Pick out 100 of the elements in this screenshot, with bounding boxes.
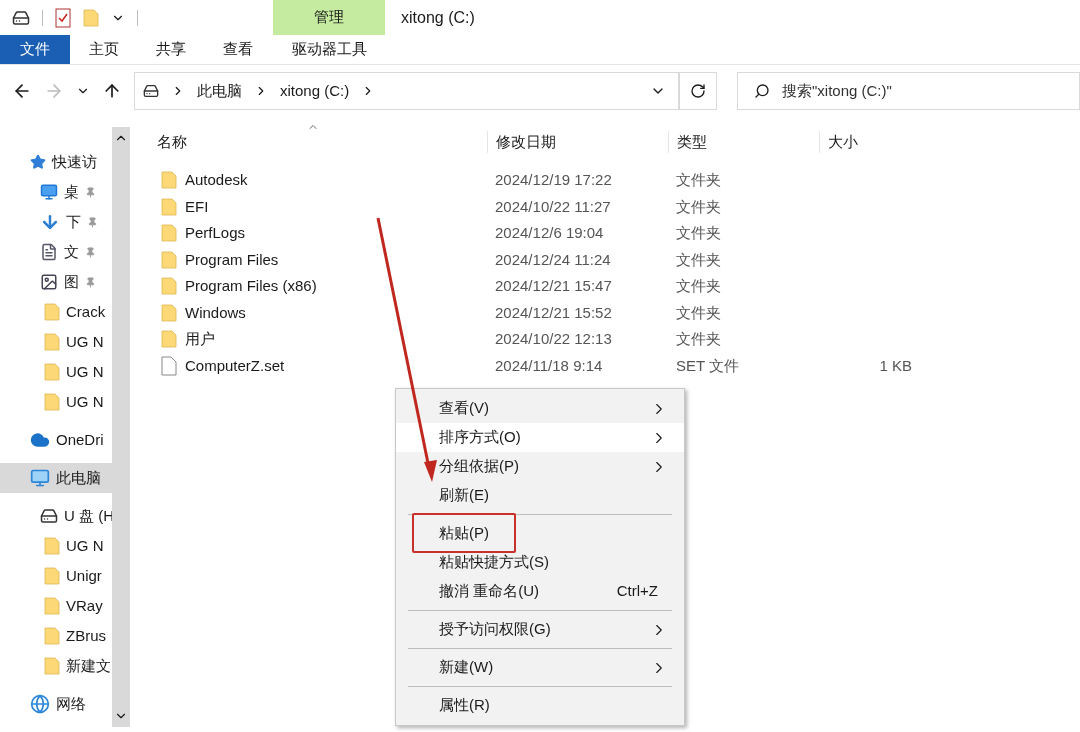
sidebar-item[interactable]: UG N <box>0 357 112 387</box>
type-cell-text: 文件夹 <box>676 249 722 270</box>
search-field[interactable]: 搜索"xitong (C:)" <box>782 79 1079 103</box>
type-cell-text: 文件夹 <box>676 276 722 296</box>
file-name[interactable]: Autodesk <box>185 169 248 192</box>
sidebar-item[interactable]: 快速访 <box>0 147 112 177</box>
folder-icon <box>161 223 177 244</box>
size-cell-text: 1 KB <box>878 355 912 376</box>
menu-item[interactable]: 查看(V) <box>396 394 684 423</box>
image-icon <box>40 273 58 291</box>
date-cell-text: 2024/10/22 11:27 <box>495 196 612 217</box>
download-icon <box>40 212 60 232</box>
desktop-icon <box>40 183 58 201</box>
folder-icon <box>44 596 60 616</box>
search-box[interactable]: 搜索"xitong (C:)" <box>737 72 1080 110</box>
column-header[interactable]: 名称 <box>157 130 487 154</box>
date-cell-text: 2024/11/18 9:14 <box>495 355 604 376</box>
window-title: xitong (C:) <box>401 7 475 28</box>
contextual-tab-group: 管理 <box>273 0 385 35</box>
sidebar-item[interactable]: UG N <box>0 531 112 561</box>
breadcrumb[interactable]: 此电脑 <box>197 79 242 103</box>
ribbon-tab[interactable]: 共享 <box>137 35 204 64</box>
type-cell-text: 文件夹 <box>676 223 722 243</box>
menu-item[interactable]: 撤消 重命名(U) Ctrl+Z <box>396 577 684 606</box>
refresh-icon <box>690 83 706 99</box>
date-cell-text: 2024/10/22 12:13 <box>495 329 613 349</box>
menu-item[interactable]: 属性(R) <box>396 691 684 720</box>
menu-item[interactable]: 新建(W) <box>396 653 684 682</box>
date-cell-text: 2024/12/21 15:47 <box>495 276 613 296</box>
sidebar-item[interactable]: Unigr <box>0 561 112 591</box>
sidebar-item[interactable]: 下 <box>0 207 112 237</box>
sidebar-item[interactable]: 新建文 <box>0 651 112 681</box>
folder-icon <box>161 329 177 350</box>
menu-item[interactable]: 分组依据(P) <box>396 452 684 481</box>
breadcrumb[interactable]: xitong (C:) <box>280 79 350 103</box>
menu-item[interactable]: 粘贴(P) <box>396 519 684 548</box>
sidebar-item[interactable]: 桌 <box>0 177 112 207</box>
sidebar-item[interactable]: 图 <box>0 267 112 297</box>
date-cell-text: 2024/12/24 11:24 <box>495 249 612 270</box>
sidebar-item[interactable]: UG N <box>0 387 112 417</box>
file-name[interactable]: Windows <box>185 301 246 324</box>
drive-icon <box>40 507 58 525</box>
type-cell-text: 文件夹 <box>676 302 722 323</box>
folder-icon <box>161 302 177 323</box>
file-icon <box>161 355 177 376</box>
date-cell-text: 2024/12/19 17:22 <box>495 170 613 190</box>
sidebar-item[interactable]: OneDri <box>0 425 112 455</box>
menu-item[interactable]: 排序方式(O) <box>396 423 684 452</box>
network-icon <box>30 694 50 714</box>
sidebar-item[interactable]: VRay <box>0 591 112 621</box>
file-tab[interactable]: 文件 <box>0 35 70 64</box>
column-header[interactable]: 类型 <box>668 130 819 154</box>
sidebar-item[interactable]: 网络 <box>0 689 112 719</box>
type-cell-text: 文件夹 <box>676 170 722 190</box>
ribbon-tab[interactable]: 主页 <box>70 35 137 64</box>
type-cell-text: SET 文件 <box>676 355 741 376</box>
file-name[interactable]: PerfLogs <box>185 222 246 245</box>
document-icon <box>40 243 58 261</box>
sidebar-item[interactable]: UG N <box>0 327 112 357</box>
type-cell-text: 文件夹 <box>676 329 722 349</box>
file-name[interactable]: EFI <box>185 195 209 218</box>
folder-icon <box>44 332 60 352</box>
menu-item[interactable]: 粘贴快捷方式(S) <box>396 548 684 577</box>
folder-icon <box>161 196 177 217</box>
folder-icon <box>44 392 60 412</box>
ribbon-tab[interactable]: 驱动器工具 <box>273 35 385 64</box>
address-bar[interactable]: 此电脑 xitong (C:) <box>134 72 679 110</box>
folder-icon <box>44 626 60 646</box>
search-icon <box>754 83 770 99</box>
drive-icon[interactable] <box>12 8 30 27</box>
folder-icon <box>44 656 60 676</box>
refresh-button[interactable] <box>679 72 717 110</box>
sidebar-item[interactable]: 文 <box>0 237 112 267</box>
folder-icon <box>161 249 177 270</box>
sidebar-item[interactable]: ZBrus <box>0 621 112 651</box>
folder-icon <box>44 536 60 556</box>
file-name[interactable]: Program Files (x86) <box>185 275 317 298</box>
shortcut-text: Ctrl+Z <box>616 581 658 602</box>
file-name[interactable]: Program Files <box>185 248 279 271</box>
drive-icon <box>143 83 159 99</box>
star-icon <box>30 154 46 170</box>
column-header[interactable]: 大小 <box>819 130 858 154</box>
folder-icon <box>161 170 177 191</box>
date-cell-text: 2024/12/6 19:04 <box>495 223 605 243</box>
file-name[interactable]: ComputerZ.set <box>185 354 285 377</box>
date-cell-text: 2024/12/21 15:52 <box>495 302 613 323</box>
scrollbar[interactable] <box>112 127 130 727</box>
computer-icon <box>30 468 50 488</box>
type-cell-text: 文件夹 <box>676 196 722 217</box>
new-folder-icon <box>83 7 99 28</box>
column-header[interactable]: 修改日期 <box>487 130 668 154</box>
ribbon-tab[interactable]: 查看 <box>204 35 271 64</box>
menu-item[interactable]: 授予访问权限(G) <box>396 615 684 644</box>
sidebar-item[interactable]: 此电脑 <box>0 463 112 493</box>
menu-item[interactable]: 刷新(E) <box>396 481 684 510</box>
file-name[interactable]: 用户 <box>185 328 215 351</box>
properties-icon[interactable] <box>55 7 71 28</box>
folder-icon <box>44 362 60 382</box>
cloud-icon <box>30 430 50 450</box>
sidebar-item[interactable]: Crack <box>0 297 112 327</box>
